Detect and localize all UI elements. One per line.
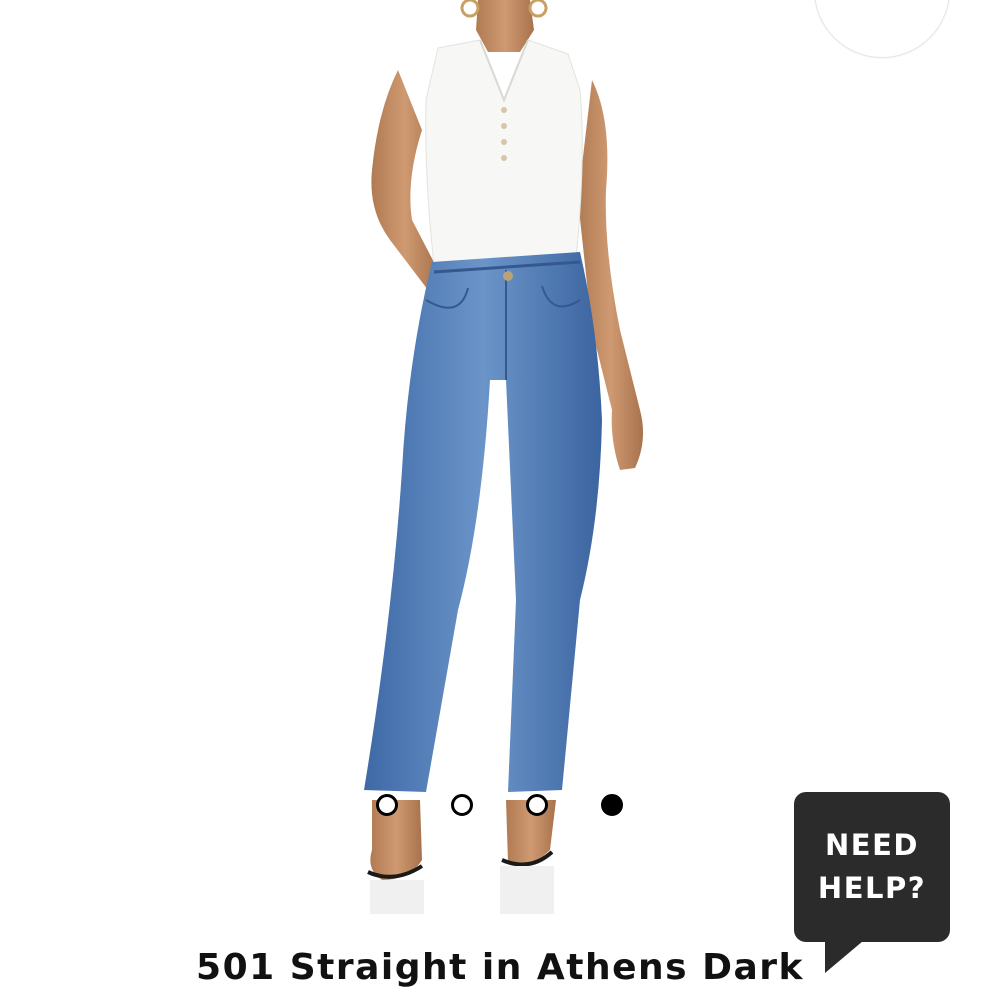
carousel-dot-4[interactable] (601, 794, 623, 816)
carousel-dot-2[interactable] (451, 794, 473, 816)
model-photo (364, 0, 644, 914)
carousel-dot-1[interactable] (376, 794, 398, 816)
carousel-dot-3[interactable] (526, 794, 548, 816)
need-help-chat-button[interactable]: NEED HELP? (794, 792, 950, 973)
product-title: 501 Straight in Athens Dark (196, 947, 804, 988)
need-help-label: NEED HELP? (794, 824, 950, 910)
need-help-line2: HELP? (817, 871, 927, 905)
heart-icon (860, 0, 904, 15)
product-image[interactable] (330, 0, 670, 930)
carousel-dots (373, 794, 633, 822)
product-page: NEED HELP? 501 Straight in Athens Dark (0, 0, 1000, 1000)
wishlist-button[interactable] (814, 0, 950, 58)
need-help-line1: NEED (825, 828, 919, 862)
